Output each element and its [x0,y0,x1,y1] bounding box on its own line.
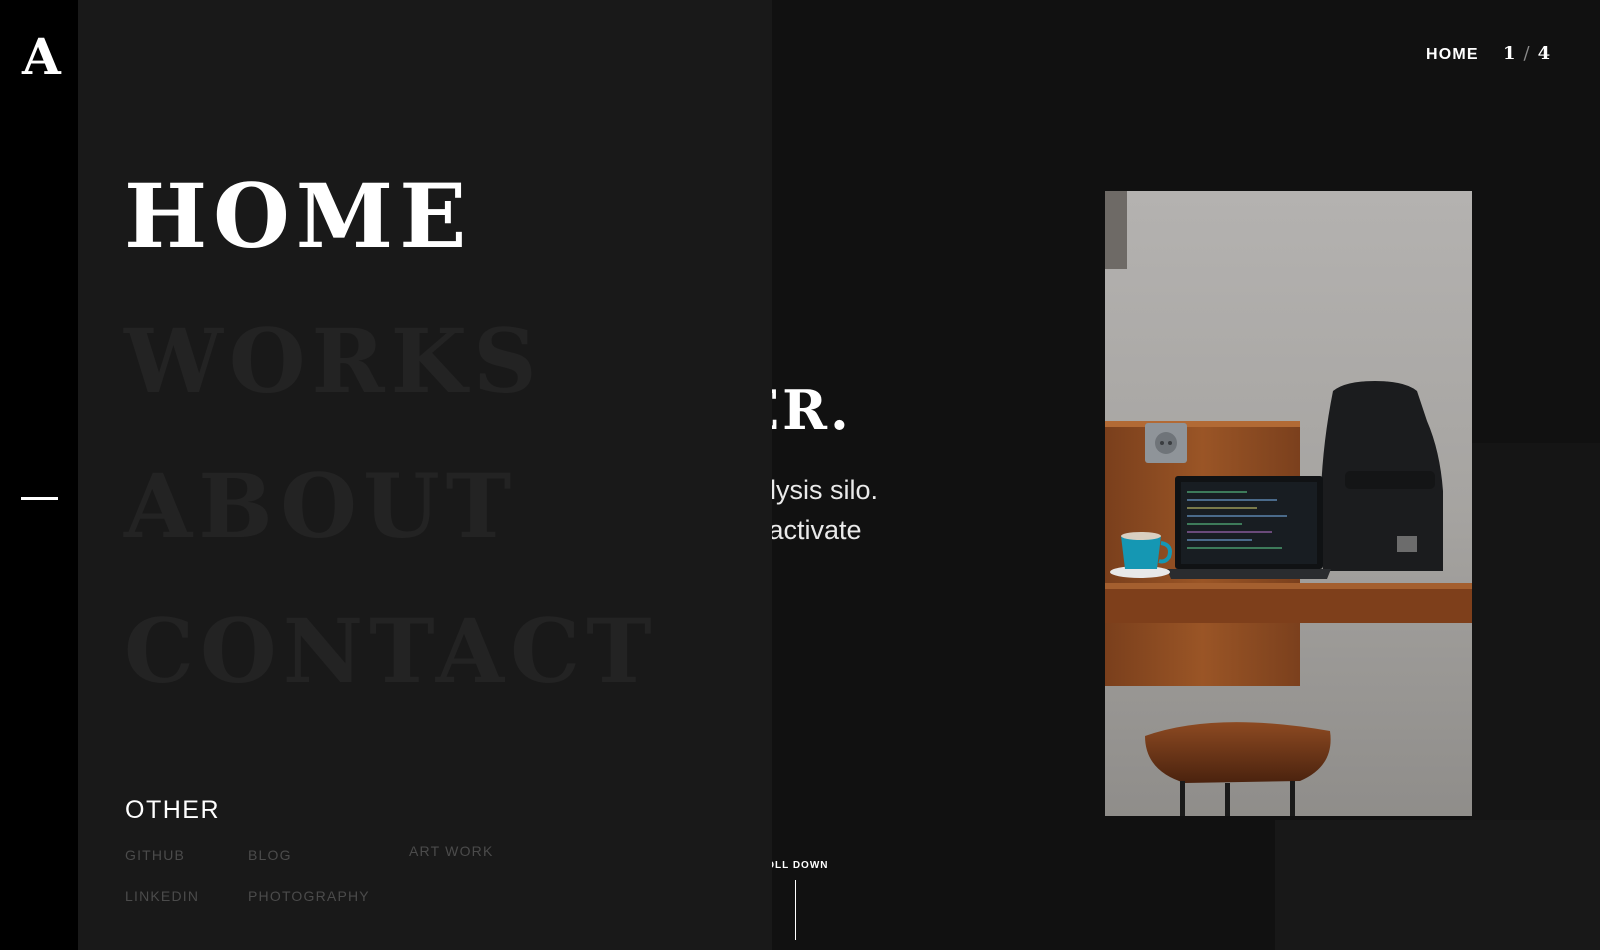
menu-close-icon[interactable] [21,497,58,500]
current-section-label: HOME [1426,46,1479,63]
menu-item-works[interactable]: WORKS [124,317,543,405]
link-linkedin[interactable]: LINKEDIN [125,888,199,904]
hero-photo [1105,191,1472,816]
page-counter-total: 4 [1537,43,1551,64]
page-counter-separator: / [1523,43,1530,64]
link-github[interactable]: GITHUB [125,847,185,863]
page-counter-current: 1 [1503,43,1516,64]
page-counter: 1 / 4 [1503,43,1550,64]
other-links-title: OTHER [125,796,220,824]
menu-item-home[interactable]: HOME [124,172,472,260]
link-blog[interactable]: BLOG [248,847,292,863]
background-panel [1275,820,1600,950]
logo[interactable]: A [22,32,61,82]
link-art-work[interactable]: ART WORK [409,843,494,859]
scroll-down-line [795,880,796,940]
hero-photo-illustration [1105,191,1472,816]
menu-item-about[interactable]: ABOUT [124,462,517,550]
menu-item-contact[interactable]: CONTACT [124,607,658,695]
background-panel [1470,443,1600,820]
sidebar: A [0,0,78,950]
link-photography[interactable]: PHOTOGRAPHY [248,888,370,904]
